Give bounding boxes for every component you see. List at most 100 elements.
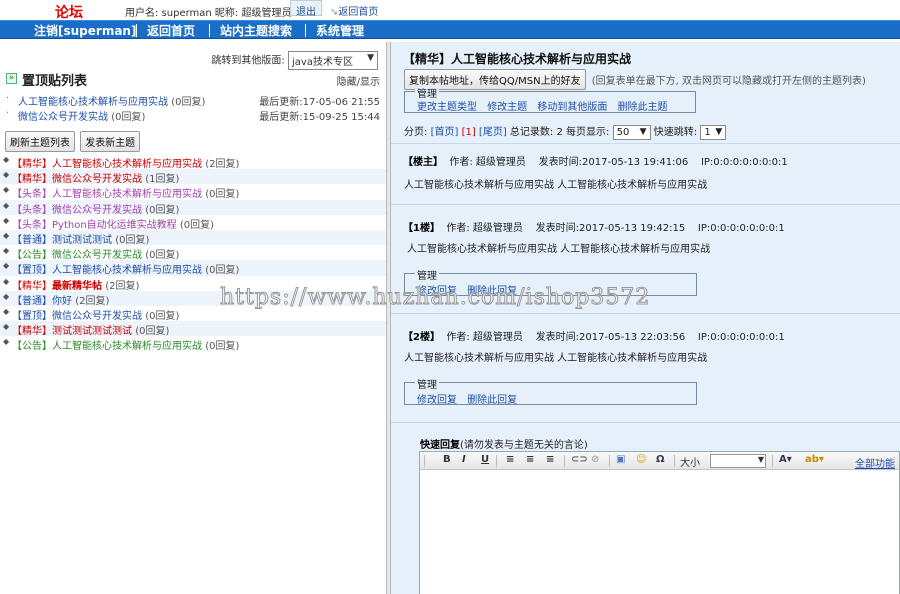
per-page-select[interactable]: 50 ▼ — [612, 124, 651, 140]
toolbar-divider — [496, 455, 497, 467]
collapse-icon[interactable]: » — [6, 73, 17, 84]
top-bar: 论坛 用户名: superman 昵称: 超级管理员 退出 ➘返回首页 — [0, 0, 900, 21]
diamond-bullet-icon: ◆ — [3, 230, 10, 240]
nav-divider — [209, 24, 210, 37]
first-page-link[interactable]: [首页] — [431, 127, 459, 138]
edit-reply-link[interactable]: 修改回复 — [417, 395, 457, 406]
diamond-bullet-icon: ◆ — [3, 306, 10, 316]
full-features-link[interactable]: 全部功能 — [855, 455, 895, 470]
last-updated: 最后更新:17-05-06 21:55 — [259, 97, 380, 108]
per-page-label: 每页显示: — [566, 127, 610, 138]
diamond-bullet-icon: ◆ — [3, 246, 10, 256]
topic-text: 【置顶】微信公众号开发实战 (0回复) — [12, 307, 179, 322]
topic-row: ◆ 【精华】微信公众号开发实战 (1回复) — [0, 169, 386, 185]
topic-text: 【精华】人工智能核心技术解析与应用实战 (2回复) — [12, 155, 239, 170]
per-page-value: 50 — [616, 126, 630, 138]
topic-text: 【普通】测试测试测试 (0回复) — [12, 231, 149, 246]
align-right-icon[interactable]: ≡ — [546, 454, 554, 465]
topic-text: 【头条】人工智能核心技术解析与应用实战 (0回复) — [12, 185, 239, 200]
unlink-icon[interactable]: ⊘ — [591, 454, 599, 465]
board-select[interactable]: java技术专区 ▼ — [288, 51, 378, 70]
refresh-topics-button[interactable]: 刷新主题列表 — [5, 131, 75, 152]
topic-text: 【头条】微信公众号开发实战 (0回复) — [12, 201, 179, 216]
post-author: 作者: 超级管理员 — [449, 157, 526, 168]
delete-reply-link[interactable]: 删除此回复 — [467, 395, 517, 406]
topic-text: 【置顶】人工智能核心技术解析与应用实战 (0回复) — [12, 261, 239, 276]
board-jump: 跳转到其他版面: java技术专区 ▼ — [211, 51, 378, 70]
total-records: 总记录数: 2 — [509, 127, 563, 138]
nav-home[interactable]: 返回首页 — [143, 22, 195, 39]
italic-icon[interactable]: I — [462, 454, 466, 465]
divider — [391, 313, 900, 314]
quick-reply-hint: (请勿发表与主题无关的言论) — [460, 440, 588, 451]
logout-button[interactable]: 退出 — [290, 0, 322, 18]
diamond-bullet-icon: ◆ — [3, 200, 10, 210]
post-ip: IP:0:0:0:0:0:0:0:1 — [697, 223, 785, 234]
jump-page-select[interactable]: 1 ▼ — [700, 124, 727, 140]
image-icon[interactable]: ▣ — [616, 454, 625, 465]
move-topic-link[interactable]: 移动到其他版面 — [537, 102, 607, 113]
font-size-select[interactable]: ▼ — [710, 454, 766, 468]
topic-title-link[interactable]: 人工智能核心技术解析与应用实战 — [52, 341, 202, 352]
main-nav: 注销[superman] 返回首页 站内主题搜索 系统管理 — [0, 20, 900, 39]
quick-reply-title: 快速回复 — [420, 440, 460, 451]
reply-manage-links: 修改回复 删除此回复 — [417, 391, 524, 406]
nav-admin[interactable]: 系统管理 — [312, 22, 364, 39]
diamond-bullet-icon: ◆ — [3, 215, 10, 225]
link-icon[interactable]: ⊂⊃ — [571, 454, 588, 465]
topic-text: 【公告】人工智能核心技术解析与应用实战 (0回复) — [12, 337, 239, 352]
topic-text: 【普通】你好 (2回复) — [12, 292, 109, 307]
nav-logout[interactable]: 注销[superman] — [30, 22, 136, 39]
font-size-label: 大小 — [680, 458, 700, 469]
change-type-link[interactable]: 更改主题类型 — [417, 102, 477, 113]
toolbar-divider — [772, 455, 773, 467]
align-left-icon[interactable]: ≡ — [506, 454, 514, 465]
post-time: 发表时间:2017-05-13 19:41:06 — [538, 157, 689, 168]
topic-row: ◆ 【置顶】人工智能核心技术解析与应用实战 (0回复) — [0, 260, 386, 276]
topic-manage-links: 更改主题类型 修改主题 移动到其他版面 删除此主题 — [417, 98, 675, 113]
bullet-icon: · — [6, 108, 10, 119]
jump-page-label: 快速跳转: — [653, 127, 698, 138]
thread-title: 【精华】人工智能核心技术解析与应用实战 — [403, 52, 632, 66]
font-color-icon[interactable]: A▾ — [779, 454, 792, 465]
current-page: [1] — [461, 127, 476, 138]
topic-row: ◆ 【普通】测试测试测试 (0回复) — [0, 229, 386, 246]
post-author: 作者: 超级管理员 — [446, 332, 523, 343]
topic-row: ◆ 【公告】微信公众号开发实战 (0回复) — [0, 245, 386, 261]
back-home-link[interactable]: ➘返回首页 — [330, 3, 378, 18]
bold-icon[interactable]: B — [443, 454, 451, 465]
pinned-item: · 微信公众号开发实战 (0回复) 最后更新:15-09-25 15:44 — [6, 107, 380, 123]
align-center-icon[interactable]: ≡ — [526, 454, 534, 465]
reply-count: (0回复) — [205, 341, 240, 353]
post-time: 发表时间:2017-05-13 19:42:15 — [535, 223, 686, 234]
toggle-pinned-link[interactable]: 隐藏/显示 — [337, 73, 380, 88]
diamond-bullet-icon: ◆ — [3, 337, 10, 347]
post-floor: 【楼主】 — [403, 157, 443, 168]
topic-tag: 【公告】 — [12, 341, 52, 353]
post-body: 人工智能核心技术解析与应用实战 人工智能核心技术解析与应用实战 — [407, 244, 711, 255]
toolbar-divider — [609, 455, 610, 467]
pinned-list: · 人工智能核心技术解析与应用实战 (0回复) 最后更新:17-05-06 21… — [6, 92, 380, 123]
topic-row: ◆ 【精华】测试测试测试测试 (0回复) — [0, 321, 386, 337]
delete-topic-link[interactable]: 删除此主题 — [618, 102, 668, 113]
post-author: 作者: 超级管理员 — [446, 223, 523, 234]
post-header: 【1楼】 作者: 超级管理员 发表时间:2017-05-13 19:42:15 … — [403, 219, 785, 234]
post-body: 人工智能核心技术解析与应用实战 人工智能核心技术解析与应用实战 — [404, 180, 708, 191]
highlight-icon[interactable]: ab▾ — [805, 454, 824, 465]
dropdown-arrow-icon: ▼ — [367, 53, 374, 63]
nav-search[interactable]: 站内主题搜索 — [216, 22, 292, 39]
pinned-item-title[interactable]: 微信公众号开发实战 — [18, 112, 108, 123]
underline-icon[interactable]: U — [481, 454, 489, 465]
copy-hint: (回复表单在最下方, 双击网页可以隐藏或打开左侧的主题列表) — [591, 76, 866, 87]
reply-count: (0回复) — [111, 112, 146, 123]
toolbar-divider — [424, 455, 425, 467]
nav-divider — [305, 24, 306, 37]
special-char-icon[interactable]: Ω — [656, 454, 665, 465]
board-select-value: java技术专区 — [292, 57, 353, 68]
last-page-link[interactable]: [尾页] — [479, 127, 507, 138]
edit-topic-link[interactable]: 修改主题 — [487, 102, 527, 113]
emoticon-icon[interactable]: ☺ — [636, 454, 646, 465]
pager-label: 分页: — [404, 127, 428, 138]
new-topic-button[interactable]: 发表新主题 — [80, 131, 141, 152]
diamond-bullet-icon: ◆ — [3, 322, 10, 332]
